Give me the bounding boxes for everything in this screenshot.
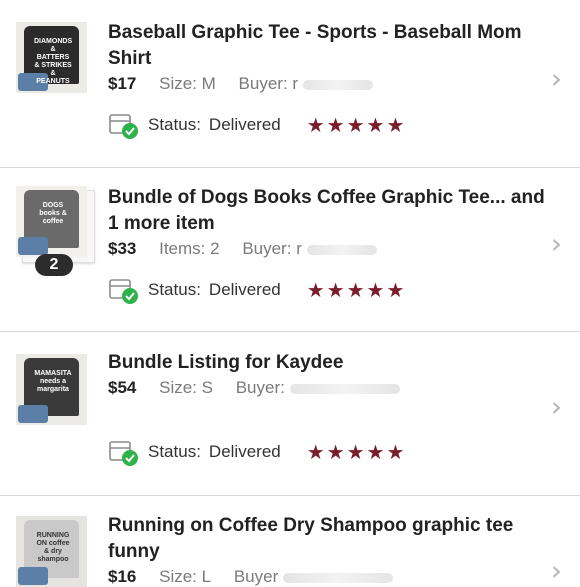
order-size: Size: M	[159, 74, 216, 93]
order-row[interactable]: RUNNING ON coffee & dry shampoo Running …	[0, 496, 580, 587]
status-row: Status: Delivered ★★★★★	[108, 276, 406, 304]
order-size: Size: S	[159, 378, 213, 397]
item-count-badge: 2	[35, 254, 73, 276]
order-meta: $54 Size: S Buyer:	[108, 378, 400, 398]
order-title: Bundle of Dogs Books Coffee Graphic Tee.…	[108, 187, 545, 234]
status-label: Status:	[148, 280, 201, 299]
status-label: Status:	[148, 442, 201, 461]
thumbnail-shirt-text: MAMASITA needs a margarita	[34, 370, 72, 393]
buyer-label: Buyer	[233, 567, 279, 586]
status-value: Delivered	[208, 442, 281, 461]
order-meta: $16 Size: L Buyer	[108, 567, 393, 587]
status-row: Status: Delivered ★★★★★	[108, 438, 406, 466]
box-with-check-icon	[108, 111, 140, 139]
buyer-name-redacted	[282, 572, 393, 583]
buyer-name-partial: r	[292, 74, 299, 93]
order-title: Running on Coffee Dry Shampoo graphic te…	[108, 515, 514, 562]
rating-stars: ★★★★★	[306, 114, 407, 137]
order-row[interactable]: DOGS books & coffee 2 Bundle of Dogs Boo…	[0, 168, 580, 332]
thumbnail-shirt-text: RUNNING ON coffee & dry shampoo	[36, 532, 70, 563]
chevron-right-icon[interactable]: ›	[551, 554, 562, 587]
status-value: Delivered	[208, 280, 281, 299]
status-label: Status:	[148, 115, 201, 134]
buyer-label: Buyer:	[235, 378, 285, 397]
product-thumbnail: DOGS books & coffee	[16, 186, 87, 257]
order-price: $17	[108, 74, 137, 93]
buyer-label: Buyer:	[238, 74, 288, 93]
buyer-name-partial: r	[296, 239, 302, 258]
product-thumbnail: MAMASITA needs a margarita	[16, 354, 87, 425]
order-meta: $33 Items: 2 Buyer: r	[108, 239, 377, 259]
chevron-right-icon[interactable]: ›	[551, 390, 562, 423]
thumbnail-shirt-text: DIAMONDS & BATTERS & STRIKES & PEANUTS	[34, 38, 73, 85]
buyer-name-redacted	[302, 79, 373, 90]
order-title: Baseball Graphic Tee - Sports - Baseball…	[108, 22, 522, 69]
order-row[interactable]: MAMASITA needs a margarita Bundle Listin…	[0, 332, 580, 496]
chevron-right-icon[interactable]: ›	[551, 62, 562, 95]
order-price: $33	[108, 239, 137, 258]
order-items-count: Items: 2	[159, 239, 220, 258]
product-thumbnail: RUNNING ON coffee & dry shampoo	[16, 516, 87, 587]
status-value: Delivered	[208, 115, 281, 134]
rating-stars: ★★★★★	[306, 279, 407, 302]
order-meta: $17 Size: M Buyer: r	[108, 74, 373, 94]
chevron-right-icon[interactable]: ›	[551, 227, 562, 260]
buyer-name-redacted	[306, 244, 377, 255]
buyer-label: Buyer:	[242, 239, 292, 258]
order-row[interactable]: DIAMONDS & BATTERS & STRIKES & PEANUTS B…	[0, 0, 580, 168]
box-with-check-icon	[108, 438, 140, 466]
order-price: $16	[108, 567, 137, 586]
buyer-name-redacted	[289, 383, 400, 394]
product-thumbnail: DIAMONDS & BATTERS & STRIKES & PEANUTS	[16, 22, 87, 93]
order-price: $54	[108, 378, 137, 397]
order-size: Size: L	[159, 567, 212, 586]
box-with-check-icon	[108, 276, 140, 304]
status-row: Status: Delivered ★★★★★	[108, 111, 406, 139]
order-title: Bundle Listing for Kaydee	[108, 352, 344, 373]
rating-stars: ★★★★★	[306, 441, 407, 464]
thumbnail-shirt-text: DOGS books & coffee	[39, 202, 67, 225]
